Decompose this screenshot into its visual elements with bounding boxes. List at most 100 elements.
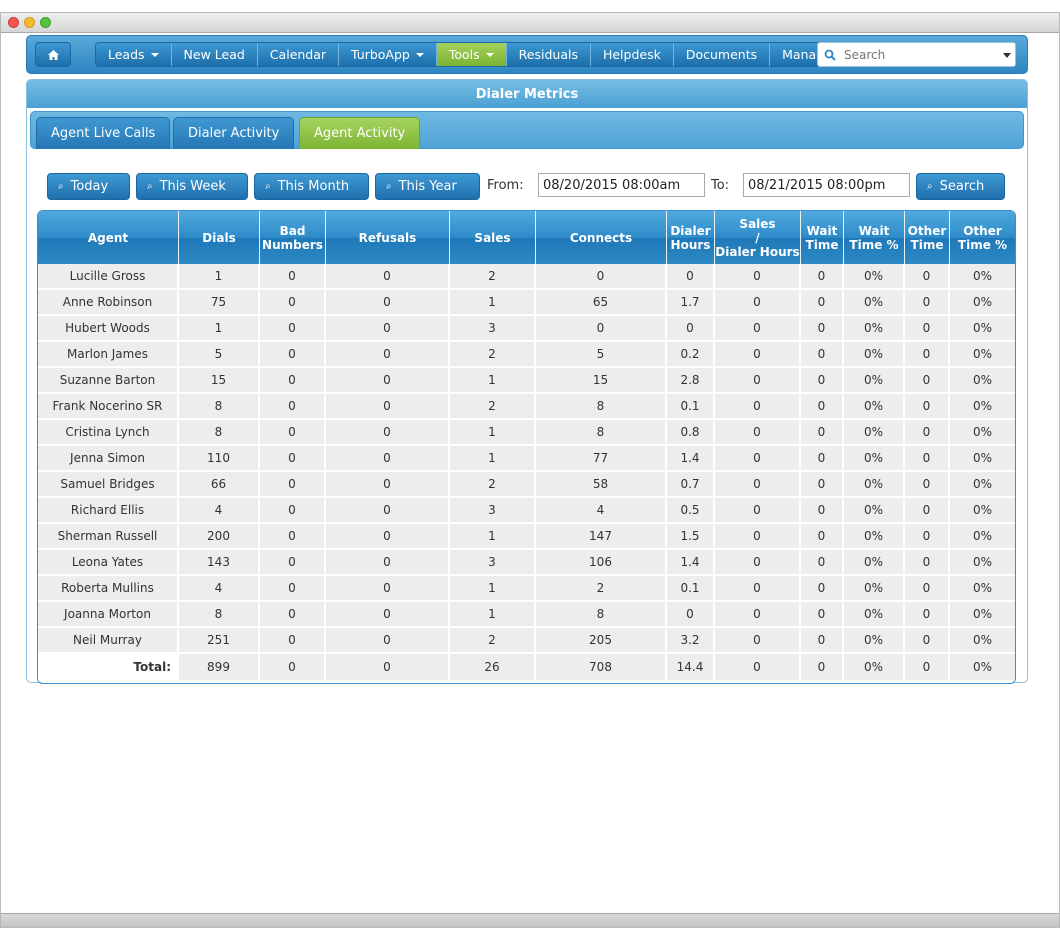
nav-item-helpdesk[interactable]: Helpdesk [590,43,674,66]
table-cell: 8 [536,420,667,446]
to-date-input[interactable] [743,173,910,197]
table-cell: 0 [326,316,450,342]
column-header-wait-time[interactable]: Wait Time [801,211,844,264]
column-header-dials[interactable]: Dials [179,211,260,264]
table-cell: 1 [450,602,536,628]
table-cell: 2 [450,628,536,654]
nav-item-new-lead[interactable]: New Lead [171,43,258,66]
table-cell: 0 [905,368,950,394]
table-cell: 0 [536,316,667,342]
total-label: Total: [38,654,179,682]
table-cell: 3 [450,550,536,576]
main-navbar: Leads New Lead Calendar TurboApp Tools R… [26,35,1028,74]
table-cell: 0% [844,446,905,472]
from-label: From: [487,178,524,193]
column-header-wait-time[interactable]: Wait Time % [844,211,905,264]
table-cell: 0 [326,550,450,576]
search-dropdown-arrow[interactable] [1003,53,1011,58]
to-label: To: [711,178,730,193]
agent-name-cell: Anne Robinson [38,290,179,316]
column-header-bad-numbers[interactable]: Bad Numbers [260,211,326,264]
table-cell: 4 [179,576,260,602]
table-total-row: Total: 899 0 0 26 708 14.4 0 0 0% 0 0% [38,654,1015,682]
table-cell: 0% [844,498,905,524]
this-month-button[interactable]: ⌕ This Month [254,173,369,200]
table-row: Neil Murray 251 0 0 2 205 3.2 0 0 0% 0 0% [38,628,1015,654]
chevron-down-icon [415,52,424,57]
column-header-refusals[interactable]: Refusals [326,211,450,264]
tab-agent-activity[interactable]: Agent Activity [299,117,421,149]
nav-item-documents[interactable]: Documents [673,43,771,66]
this-week-button[interactable]: ⌕ This Week [136,173,248,200]
column-header-agent[interactable]: Agent [38,211,179,264]
search-input[interactable] [844,47,994,62]
table-cell: 1 [450,420,536,446]
tab-dialer-activity[interactable]: Dialer Activity [173,117,295,149]
table-cell: 0 [326,368,450,394]
table-cell: 0 [715,368,801,394]
column-header-other-time[interactable]: Other Time [905,211,950,264]
column-header-dialer-hours[interactable]: Dialer Hours [667,211,715,264]
table-cell: 0 [715,576,801,602]
search-icon: ⌕ [58,181,64,192]
table-cell: 0 [715,394,801,420]
table-cell: 15 [536,368,667,394]
table-cell: 0% [844,264,905,290]
table-cell: 15 [179,368,260,394]
nav-item-label: Calendar [269,47,327,62]
table-cell: 0 [260,420,326,446]
table-cell: 0 [905,316,950,342]
nav-item-leads[interactable]: Leads [96,43,172,66]
today-button[interactable]: ⌕ Today [47,173,130,200]
this-year-button[interactable]: ⌕ This Year [375,173,480,200]
table-cell: 0 [326,472,450,498]
table-cell: 66 [179,472,260,498]
agent-name-cell: Lucille Gross [38,264,179,290]
table-row: Suzanne Barton 15 0 0 1 15 2.8 0 0 0% 0 0% [38,368,1015,394]
nav-item-turboapp[interactable]: TurboApp [339,43,437,66]
agent-name-cell: Hubert Woods [38,316,179,342]
nav-item-label: Leads [108,47,145,62]
table-cell: 106 [536,550,667,576]
maximize-window-button[interactable] [40,17,51,28]
table-row: Joanna Morton 8 0 0 1 8 0 0 0 0% 0 0% [38,602,1015,628]
nav-item-tools[interactable]: Tools [436,43,507,66]
table-cell: 0 [715,446,801,472]
agent-name-cell: Samuel Bridges [38,472,179,498]
table-cell: 0 [801,342,844,368]
home-button[interactable] [35,42,71,67]
table-cell: 0 [715,498,801,524]
table-row: Sherman Russell 200 0 0 1 147 1.5 0 0 0% 0 0% [38,524,1015,550]
table-cell: 0% [844,342,905,368]
table-cell: 0 [715,264,801,290]
table-cell: 0 [715,628,801,654]
agent-name-cell: Leona Yates [38,550,179,576]
table-cell: 0 [260,446,326,472]
tab-agent-live-calls[interactable]: Agent Live Calls [36,117,171,149]
search-button[interactable]: ⌕ Search [916,173,1005,200]
agent-name-cell: Neil Murray [38,628,179,654]
table-cell: 0 [905,342,950,368]
from-date-input[interactable] [538,173,705,197]
table-cell: 1 [450,524,536,550]
table-cell: 0 [715,472,801,498]
table-cell: 0 [326,628,450,654]
close-window-button[interactable] [8,17,19,28]
column-header-connects[interactable]: Connects [536,211,667,264]
tab-label: Agent Live Calls [51,126,156,141]
agent-activity-table: Agent Dials Bad Numbers Refusals Sales Connect… [37,210,1016,684]
agent-name-cell: Suzanne Barton [38,368,179,394]
table-row: Jenna Simon 110 0 0 1 77 1.4 0 0 0% 0 0% [38,446,1015,472]
nav-item-calendar[interactable]: Calendar [257,43,340,66]
total-cell: 0 [905,654,950,682]
home-icon [47,49,59,60]
nav-item-residuals[interactable]: Residuals [506,43,591,66]
table-cell: 0% [844,602,905,628]
column-header-sales[interactable]: Sales [450,211,536,264]
table-cell: 0.8 [667,420,715,446]
table-cell: 0 [326,498,450,524]
column-header-other-time[interactable]: Other Time % [950,211,1015,264]
table-cell: 0 [905,394,950,420]
column-header-sales-dialer-hours[interactable]: Sales / Dialer Hours [715,211,801,264]
minimize-window-button[interactable] [24,17,35,28]
